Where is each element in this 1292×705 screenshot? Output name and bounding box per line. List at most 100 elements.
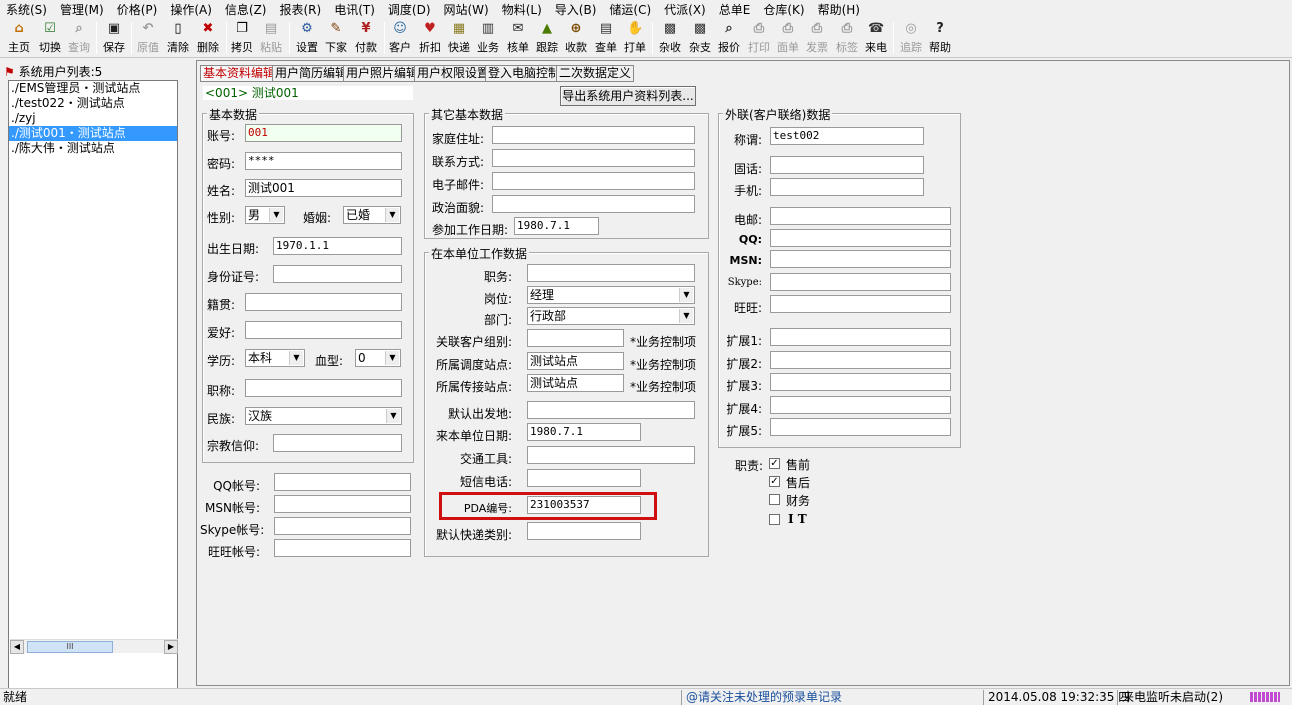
- query-button[interactable]: ⌕ 查询: [66, 20, 92, 56]
- politics-field[interactable]: [492, 195, 695, 213]
- name-field[interactable]: 测试001: [245, 179, 402, 197]
- incoming-call-button[interactable]: ☎ 来电: [863, 20, 889, 56]
- dispatch-station-field[interactable]: 测试站点: [527, 352, 624, 370]
- list-item[interactable]: ./EMS管理员・测试站点: [9, 81, 177, 96]
- menu-dispatch[interactable]: 调度(D): [382, 1, 438, 18]
- mobile-field[interactable]: [770, 178, 924, 196]
- menu-info[interactable]: 信息(Z): [219, 1, 274, 18]
- email-field[interactable]: [492, 172, 695, 190]
- qq-account-field[interactable]: [274, 473, 411, 491]
- religion-field[interactable]: [273, 434, 402, 452]
- punch-button[interactable]: ✋ 打单: [622, 20, 648, 56]
- tab-photo[interactable]: 用户照片编辑: [343, 65, 422, 82]
- dept-select[interactable]: 行政部 ▼: [527, 307, 695, 325]
- duty-field[interactable]: [527, 264, 695, 282]
- menu-master-order[interactable]: 总单E: [713, 1, 758, 18]
- ethnicity-select[interactable]: 汉族 ▼: [245, 407, 402, 425]
- ext1-field[interactable]: [770, 328, 951, 346]
- express-type-field[interactable]: [527, 522, 641, 540]
- list-item-selected[interactable]: ./测试001・测试站点: [9, 126, 177, 141]
- list-item[interactable]: ./zyj: [9, 111, 177, 126]
- tab-resume[interactable]: 用户简历编辑: [272, 65, 351, 82]
- transport-field[interactable]: [527, 446, 695, 464]
- address-field[interactable]: [492, 126, 695, 144]
- trace-button[interactable]: ◎ 追踪: [898, 20, 924, 56]
- misc-receive-button[interactable]: ▩ 杂收: [657, 20, 683, 56]
- blood-select[interactable]: 0 ▼: [355, 349, 401, 367]
- copy-button[interactable]: ❐ 拷贝: [229, 20, 255, 56]
- ext4-field[interactable]: [770, 396, 951, 414]
- menu-website[interactable]: 网站(W): [438, 1, 496, 18]
- business-button[interactable]: ▥ 业务: [475, 20, 501, 56]
- help-button[interactable]: ? 帮助: [927, 20, 953, 56]
- delete-button[interactable]: ✖ 删除: [194, 20, 222, 56]
- id-number-field[interactable]: [273, 265, 402, 283]
- face-order-button[interactable]: ⎙ 面单: [775, 20, 801, 56]
- duty-finance-checkbox[interactable]: [769, 494, 780, 505]
- order-button[interactable]: ✎ 下家: [323, 20, 349, 56]
- post-select[interactable]: 经理 ▼: [527, 286, 695, 304]
- misc-expense-button[interactable]: ▩ 杂支: [687, 20, 713, 56]
- quote-button[interactable]: ⌕ 报价: [716, 20, 742, 56]
- export-user-list-button[interactable]: 导出系统用户资料列表...: [560, 86, 696, 106]
- track-button[interactable]: ▲ 跟踪: [534, 20, 560, 56]
- scroll-thumb[interactable]: III: [27, 641, 113, 653]
- payment-button[interactable]: ¥ 付款: [352, 20, 380, 56]
- account-field[interactable]: 001: [245, 124, 402, 142]
- menu-help[interactable]: 帮助(H): [812, 1, 867, 18]
- gender-select[interactable]: 男 ▼: [245, 206, 285, 224]
- job-title-field[interactable]: [245, 379, 402, 397]
- switch-button[interactable]: ☑ 切换: [36, 20, 64, 56]
- ext-skype-field[interactable]: [770, 273, 951, 291]
- original-value-button[interactable]: ↶ 原值: [134, 20, 162, 56]
- tab-basic-info[interactable]: 基本资料编辑: [200, 65, 279, 82]
- menu-delivery[interactable]: 代派(X): [658, 1, 713, 18]
- menu-system[interactable]: 系统(S): [0, 1, 54, 18]
- tab-permissions[interactable]: 用户权限设置: [414, 65, 493, 82]
- marital-select[interactable]: 已婚 ▼: [343, 206, 401, 224]
- sms-phone-field[interactable]: [527, 469, 641, 487]
- label-button[interactable]: ⎙ 标签: [834, 20, 860, 56]
- customer-group-field[interactable]: [527, 329, 624, 347]
- menu-import[interactable]: 导入(B): [549, 1, 604, 18]
- search-order-button[interactable]: ▤ 查单: [593, 20, 619, 56]
- education-select[interactable]: 本科 ▼: [245, 349, 305, 367]
- menu-warehouse[interactable]: 仓库(K): [757, 1, 811, 18]
- ext-qq-field[interactable]: [770, 229, 951, 247]
- list-item[interactable]: ./陈大伟・测试站点: [9, 141, 177, 156]
- menu-storage[interactable]: 储运(C): [603, 1, 658, 18]
- menu-material[interactable]: 物料(L): [496, 1, 549, 18]
- hobby-field[interactable]: [245, 321, 402, 339]
- join-date-field[interactable]: 1980.7.1: [527, 423, 641, 441]
- duty-it-checkbox[interactable]: [769, 514, 780, 525]
- customer-button[interactable]: ☺ 客户: [387, 20, 413, 56]
- duty-aftersales-checkbox[interactable]: ✓: [769, 476, 780, 487]
- contact-field[interactable]: [492, 149, 695, 167]
- ext3-field[interactable]: [770, 373, 951, 391]
- menu-price[interactable]: 价格(P): [111, 1, 165, 18]
- origin-field[interactable]: [245, 293, 402, 311]
- user-list[interactable]: ./EMS管理员・测试站点 ./test022・测试站点 ./zyj ./测试0…: [8, 80, 178, 698]
- horizontal-scrollbar[interactable]: ◀ III ▶: [10, 639, 178, 654]
- tab-secondary-data[interactable]: 二次数据定义: [556, 65, 635, 82]
- invoice-button[interactable]: ⎙ 发票: [804, 20, 830, 56]
- tab-login-control[interactable]: 登入电脑控制: [485, 65, 564, 82]
- paste-button[interactable]: ▤ 粘贴: [258, 20, 284, 56]
- scroll-left-icon[interactable]: ◀: [10, 640, 24, 654]
- menu-operate[interactable]: 操作(A): [164, 1, 219, 18]
- menu-telecom[interactable]: 电讯(T): [328, 1, 382, 18]
- phone-field[interactable]: [770, 156, 924, 174]
- origin-place-field[interactable]: [527, 401, 695, 419]
- quick-button[interactable]: ▦ 快递: [446, 20, 472, 56]
- ext-wangwang-field[interactable]: [770, 295, 951, 313]
- receipt-button[interactable]: ⊕ 收款: [563, 20, 589, 56]
- alias-field[interactable]: test002: [770, 127, 924, 145]
- ext2-field[interactable]: [770, 351, 951, 369]
- msn-account-field[interactable]: [274, 495, 411, 513]
- clear-button[interactable]: ▯ 清除: [164, 20, 192, 56]
- save-button[interactable]: ▣ 保存: [100, 20, 128, 56]
- password-field[interactable]: ****: [245, 152, 402, 170]
- work-start-field[interactable]: 1980.7.1: [514, 217, 599, 235]
- ext-msn-field[interactable]: [770, 250, 951, 268]
- list-item[interactable]: ./test022・测试站点: [9, 96, 177, 111]
